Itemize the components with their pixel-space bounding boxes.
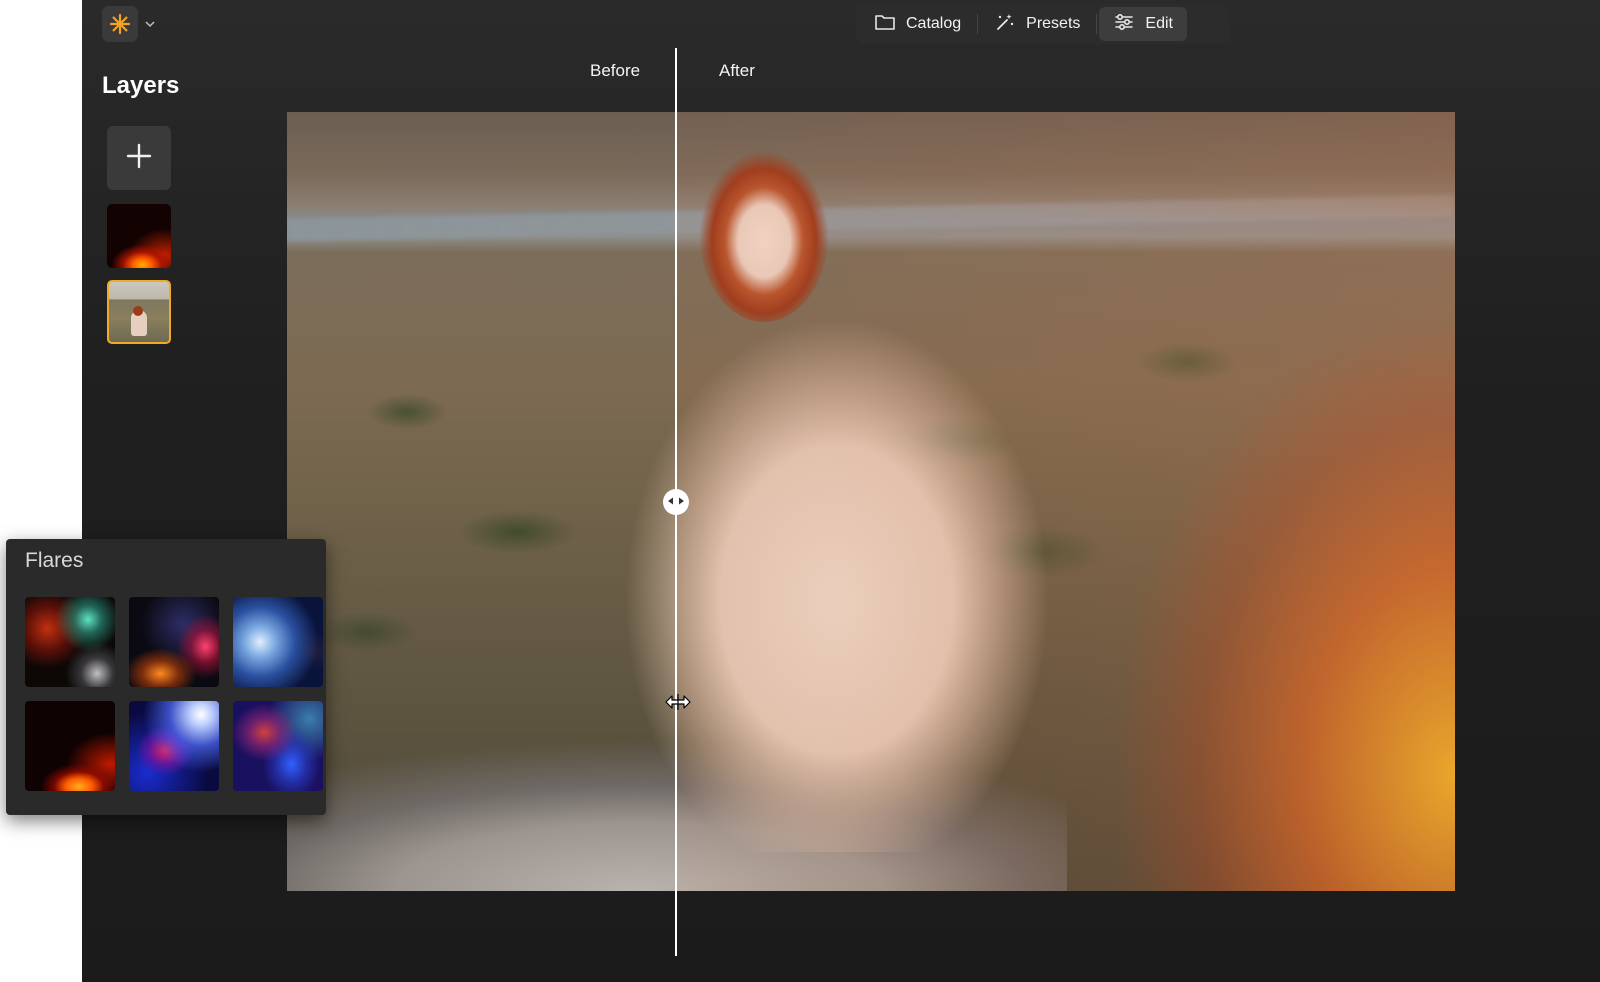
tab-edit[interactable]: Edit (1099, 7, 1187, 41)
tab-catalog-label: Catalog (906, 15, 962, 32)
app-logo-icon[interactable] (102, 6, 138, 42)
flare-preset-4[interactable] (25, 701, 115, 791)
flare-overlay-after (677, 112, 1455, 891)
compare-divider-handle[interactable] (663, 489, 689, 515)
thumbnail-hair (133, 306, 143, 316)
flare-grid (25, 597, 323, 791)
chevron-down-icon[interactable] (144, 18, 156, 30)
flare-preset-6[interactable] (233, 701, 323, 791)
flare-preset-5[interactable] (129, 701, 219, 791)
resize-cursor-icon (664, 693, 692, 711)
plus-icon (125, 142, 153, 175)
after-label: After (719, 61, 755, 80)
mode-divider (1096, 14, 1098, 34)
app-menu[interactable] (102, 6, 156, 42)
app-window: Catalog Presets Edit Layers Before After (82, 0, 1600, 982)
tab-edit-label: Edit (1145, 15, 1173, 32)
flares-title: Flares (25, 549, 84, 572)
tab-presets[interactable]: Presets (980, 7, 1094, 41)
before-label: Before (590, 61, 641, 80)
folder-icon (874, 13, 896, 36)
flares-panel: Flares (6, 539, 326, 815)
flare-preset-1[interactable] (25, 597, 115, 687)
flare-preset-2[interactable] (129, 597, 219, 687)
photo-canvas[interactable] (287, 112, 1455, 891)
sliders-icon (1113, 13, 1135, 36)
layer-thumbnail-flare[interactable] (107, 204, 171, 268)
double-arrow-icon (667, 493, 685, 511)
tab-catalog[interactable]: Catalog (860, 7, 975, 41)
flare-preset-3[interactable] (233, 597, 323, 687)
add-layer-button[interactable] (107, 126, 171, 190)
mode-divider (977, 14, 979, 34)
layers-title: Layers (102, 72, 180, 99)
mode-switcher: Catalog Presets Edit (856, 4, 1229, 44)
layer-thumbnail-photo[interactable] (107, 280, 171, 344)
magic-wand-icon (994, 12, 1016, 37)
tab-presets-label: Presets (1026, 15, 1081, 32)
